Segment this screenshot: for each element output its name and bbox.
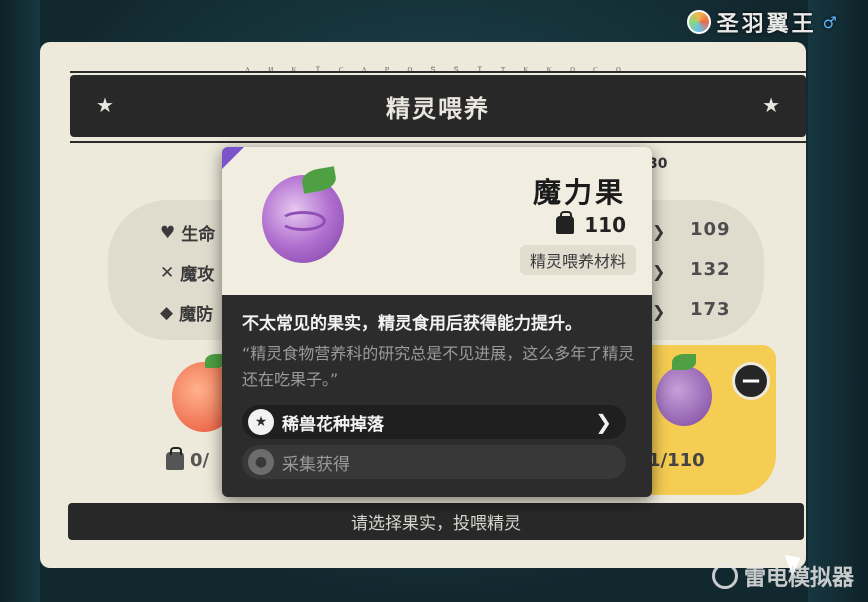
remove-fruit-button[interactable]: − [732, 362, 770, 400]
star-icon: ★ [762, 93, 780, 117]
sword-icon: ✕ [160, 262, 175, 283]
item-quantity-value: 110 [584, 213, 626, 237]
item-name: 魔力果 [532, 176, 626, 209]
source-label: 稀兽花种掉落 [282, 414, 384, 435]
bag-icon [556, 211, 575, 234]
chevron-right-icon: ❯ [652, 302, 666, 321]
chevron-right-icon: ❯ [652, 262, 666, 281]
title-divider-bottom [70, 141, 806, 143]
emulator-watermark: 雷电模拟器 [711, 560, 854, 592]
player-badge-icon [686, 10, 711, 34]
left-slot-count: 0/ [166, 446, 210, 471]
stat-label: 生命 [181, 225, 216, 245]
background-right-edge [808, 0, 868, 602]
chevron-right-icon: ❯ [652, 222, 666, 241]
stat-row-atk: ✕ 魔攻 [160, 260, 215, 286]
star-icon: ★ [96, 93, 114, 117]
title-bar: ★ 精灵喂养 ★ [70, 75, 806, 137]
bag-icon [166, 446, 184, 470]
player-name: 圣羽翼王 [716, 12, 817, 37]
stat-value-atk: 132 [690, 259, 731, 280]
source-gathering[interactable]: ● 采集获得 [242, 445, 626, 479]
feed-prompt-bar[interactable]: 请选择果实，投喂精灵 [68, 503, 804, 540]
rarity-corner-tag [222, 147, 244, 169]
source-label: 采集获得 [282, 454, 350, 475]
item-category-tag: 精灵喂养材料 [519, 245, 636, 275]
feed-prompt-text: 请选择果实，投喂精灵 [351, 514, 521, 534]
title-divider-top [70, 71, 806, 73]
item-flavor-quote: “精灵食物营养科的研究总是不见进展，这么多年了精灵还在吃果子。” [242, 344, 635, 389]
panel-title: 精灵喂养 [386, 94, 490, 123]
item-description: 不太常见的果实，精灵食用后获得能力提升。 [242, 314, 582, 334]
stat-value-hp: 109 [690, 219, 731, 240]
player-nameplate: 圣羽翼王 ♂ [686, 6, 840, 38]
location-pin-icon: ● [248, 449, 274, 475]
item-quantity: 110 [556, 211, 626, 237]
right-slot-count: 1/110 [648, 450, 705, 471]
heart-icon: ♥ [160, 222, 176, 243]
emulator-logo-icon [711, 563, 738, 589]
stat-value-def: 173 [690, 299, 731, 320]
left-slot-count-text: 0/ [190, 450, 210, 471]
source-rare-flower-drop[interactable]: ★ 稀兽花种掉落 ❯ [242, 405, 626, 439]
shield-icon: ◆ [160, 302, 174, 323]
background-left-edge [0, 0, 40, 602]
magic-fruit-leaf [672, 354, 696, 370]
stat-row-def: ◆ 魔防 [160, 300, 214, 326]
stat-label: 魔防 [179, 305, 214, 325]
magic-fruit-slot-icon [656, 366, 712, 426]
item-detail-popup: 魔力果 110 精灵喂养材料 不太常见的果实，精灵食用后获得能力提升。 “精灵食… [222, 147, 652, 497]
male-icon: ♂ [822, 12, 840, 32]
stat-row-hp: ♥ 生命 [160, 220, 216, 246]
stat-label: 魔攻 [180, 265, 215, 285]
chevron-right-icon: ❯ [595, 410, 612, 434]
fruit-swirl [280, 211, 326, 231]
location-pin-icon: ★ [248, 409, 274, 435]
watermark-text: 雷电模拟器 [743, 566, 854, 591]
